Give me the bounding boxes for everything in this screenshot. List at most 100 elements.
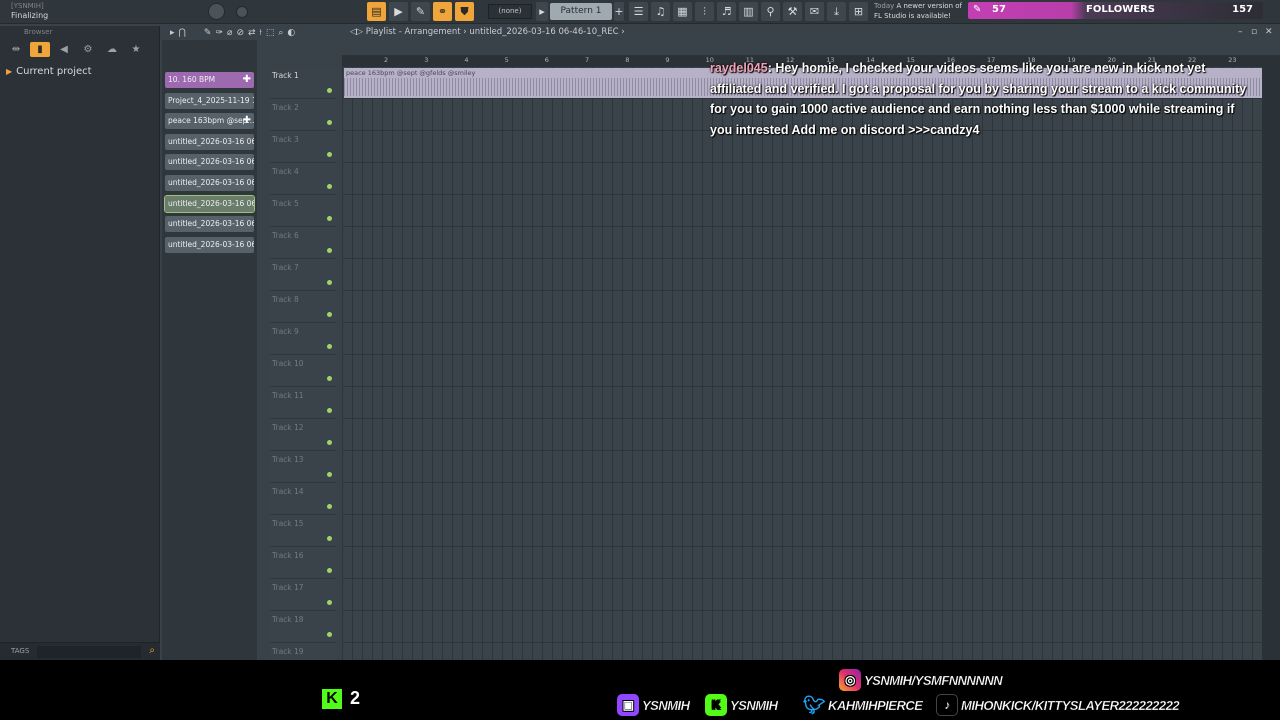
track-mute-led-icon[interactable]	[327, 568, 332, 573]
pattern-song-toggle-icon[interactable]: ▤	[367, 2, 386, 21]
follower-goal: 157	[1232, 4, 1253, 15]
search-icon[interactable]: ⌕	[149, 645, 155, 656]
track-mute-led-icon[interactable]	[327, 632, 332, 637]
playlist-grid[interactable]	[342, 67, 1262, 660]
expand-arrow-icon[interactable]: ▶	[6, 67, 12, 76]
draw-icon[interactable]: ✎	[204, 28, 212, 38]
track-header[interactable]: Track 13	[270, 451, 336, 483]
track-header[interactable]: Track 7	[270, 259, 336, 291]
collapse-icon[interactable]: ⇹	[6, 42, 26, 57]
play-icon[interactable]: ▶	[389, 2, 408, 21]
pattern-item[interactable]: untitled_2026-03-16 06-...	[165, 133, 254, 150]
track-mute-led-icon[interactable]	[327, 600, 332, 605]
folder-icon[interactable]: ▮	[30, 42, 50, 57]
track-header[interactable]: Track 8	[270, 291, 336, 323]
track-mute-led-icon[interactable]	[327, 472, 332, 477]
current-project-item[interactable]: ▶ Current project	[6, 66, 92, 77]
playback-icon[interactable]: ◐	[287, 28, 295, 38]
track-header[interactable]: Track 1	[270, 67, 336, 99]
track-header[interactable]: Track 10	[270, 355, 336, 387]
tools-icon[interactable]: ⚒	[783, 2, 802, 21]
track-mute-led-icon[interactable]	[327, 312, 332, 317]
minimize-icon[interactable]: –	[1238, 27, 1243, 37]
pattern-item[interactable]: Project_4_2025-11-19 1...	[165, 92, 254, 109]
browser-icon[interactable]: ▥	[739, 2, 758, 21]
track-mute-led-icon[interactable]	[327, 408, 332, 413]
channel-rack-icon[interactable]: ▦	[673, 2, 692, 21]
slice-icon[interactable]: ⟊	[260, 28, 262, 38]
track-mute-led-icon[interactable]	[327, 376, 332, 381]
pattern-add-icon[interactable]: +	[614, 2, 624, 21]
master-pitch-knob[interactable]	[236, 6, 248, 18]
star-icon[interactable]: ★	[126, 42, 146, 57]
track-mute-led-icon[interactable]	[327, 184, 332, 189]
slip-icon[interactable]: ⇄	[248, 28, 256, 38]
track-header[interactable]: Track 16	[270, 547, 336, 579]
track-header[interactable]: Track 15	[270, 515, 336, 547]
zoom-icon[interactable]: ⌕	[278, 28, 283, 38]
channel-icon[interactable]: ♬	[717, 2, 736, 21]
news-panel[interactable]: Today A newer version of FL Studio is av…	[874, 1, 962, 21]
playlist-icon[interactable]: ☰	[629, 2, 648, 21]
track-mute-led-icon[interactable]	[327, 120, 332, 125]
pattern-item[interactable]: untitled_2026-03-16 06-...	[164, 194, 255, 213]
track-header[interactable]: Track 17	[270, 579, 336, 611]
pattern-prev-icon[interactable]: ▸	[536, 2, 548, 21]
track-header[interactable]: Track 18	[270, 611, 336, 643]
playlist-breadcrumb[interactable]: untitled_2026-03-16 06-46-10_REC	[469, 27, 618, 37]
pattern-item[interactable]: untitled_2026-03-16 06-...	[165, 236, 254, 253]
track-mute-led-icon[interactable]	[327, 344, 332, 349]
track-header[interactable]: Track 3	[270, 131, 336, 163]
track-mute-led-icon[interactable]	[327, 504, 332, 509]
close-icon[interactable]: ✕	[1265, 27, 1273, 37]
track-mute-led-icon[interactable]	[327, 152, 332, 157]
store-icon[interactable]: ⊞	[849, 2, 868, 21]
track-header[interactable]: Track 11	[270, 387, 336, 419]
pattern-item[interactable]: 10. 160 BPM ✚	[165, 72, 254, 88]
plugin-icon[interactable]: ⚲	[761, 2, 780, 21]
track-header[interactable]: Track 12	[270, 419, 336, 451]
paint-icon[interactable]: ✑	[215, 28, 223, 38]
speaker-icon[interactable]: ◀	[54, 42, 74, 57]
download-icon[interactable]: ⤓	[827, 2, 846, 21]
pattern-item[interactable]: untitled_2026-03-16 06-...	[165, 175, 254, 191]
brush-icon[interactable]: ✎	[411, 2, 430, 21]
cloud-icon[interactable]: ☁	[102, 42, 122, 57]
tags-search-input[interactable]	[37, 646, 141, 658]
track-mute-led-icon[interactable]	[327, 248, 332, 253]
track-mute-led-icon[interactable]	[327, 88, 332, 93]
track-header[interactable]: Track 14	[270, 483, 336, 515]
track-mute-led-icon[interactable]	[327, 280, 332, 285]
pattern-selector[interactable]: Pattern 1	[550, 3, 612, 20]
track-header[interactable]: Track 19	[270, 643, 336, 660]
master-volume-knob[interactable]	[208, 3, 225, 20]
pattern-dropdown[interactable]: (none)	[488, 4, 532, 19]
mute-icon[interactable]: ⊘	[236, 28, 244, 38]
feedback-icon[interactable]: ✉	[805, 2, 824, 21]
pattern-item[interactable]: untitled_2026-03-16 06-...	[165, 216, 254, 233]
arrow-icon[interactable]: ▸	[170, 28, 175, 38]
delete-icon[interactable]: ⌀	[227, 28, 232, 38]
add-pattern-icon[interactable]: ✚	[243, 113, 251, 129]
vertical-scrollbar[interactable]	[1262, 55, 1280, 660]
plugin-db-icon[interactable]: ⚙	[78, 42, 98, 57]
mixer-icon[interactable]: ⫶	[695, 2, 714, 21]
track-header[interactable]: Track 5	[270, 195, 336, 227]
play-arrow-icon[interactable]: ◁▷	[350, 27, 366, 37]
magnet-icon[interactable]: ⋂	[179, 28, 186, 38]
track-header[interactable]: Track 2	[270, 99, 336, 131]
pattern-item[interactable]: untitled_2026-03-16 06-...	[165, 154, 254, 171]
pattern-item[interactable]: peace 163bpm @sep... ✚	[165, 113, 254, 130]
piano-roll-icon[interactable]: ♫	[651, 2, 670, 21]
maximize-icon[interactable]: ▫	[1251, 27, 1257, 37]
track-header[interactable]: Track 9	[270, 323, 336, 355]
track-header[interactable]: Track 6	[270, 227, 336, 259]
stamp-icon[interactable]: ⛊	[455, 2, 474, 21]
track-mute-led-icon[interactable]	[327, 536, 332, 541]
add-pattern-icon[interactable]: ✚	[243, 72, 251, 88]
track-header[interactable]: Track 4	[270, 163, 336, 195]
select-icon[interactable]: ⬚	[266, 28, 275, 38]
link-icon[interactable]: ⚭	[433, 2, 452, 21]
track-mute-led-icon[interactable]	[327, 216, 332, 221]
track-mute-led-icon[interactable]	[327, 440, 332, 445]
